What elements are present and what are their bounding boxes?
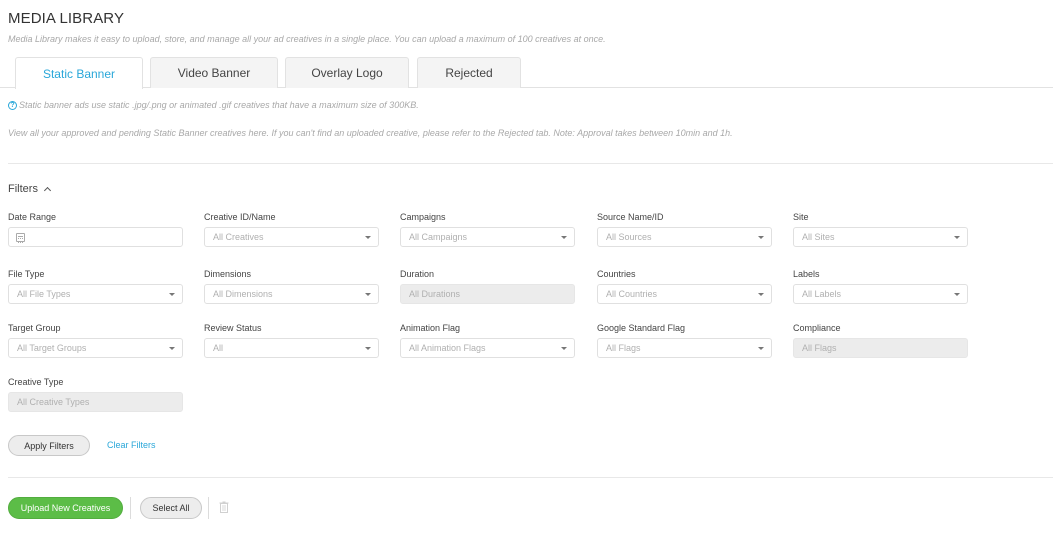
countries-select[interactable]: All Countries: [597, 284, 772, 304]
caret-down-icon: [954, 236, 960, 239]
creative-id-select[interactable]: All Creatives: [204, 227, 379, 247]
filter-duration: Duration All Durations: [400, 268, 575, 304]
source-select[interactable]: All Sources: [597, 227, 772, 247]
select-placeholder: All Sites: [802, 232, 835, 242]
caret-down-icon: [169, 293, 175, 296]
labels-select[interactable]: All Labels: [793, 284, 968, 304]
field-label: Creative ID/Name: [204, 212, 276, 222]
google-flag-select[interactable]: All Flags: [597, 338, 772, 358]
field-label: Google Standard Flag: [597, 323, 686, 333]
caret-down-icon: [365, 236, 371, 239]
select-placeholder: All Creatives: [213, 232, 264, 242]
clear-filters-link[interactable]: Clear Filters: [107, 440, 156, 450]
filter-review-status: Review Status All: [204, 322, 379, 358]
caret-down-icon: [758, 293, 764, 296]
divider: [8, 163, 1053, 164]
field-label: Site: [793, 212, 809, 222]
select-placeholder: All Flags: [606, 343, 641, 353]
filter-date-range: Date Range: [8, 211, 183, 247]
filters-toggle[interactable]: Filters: [8, 183, 51, 195]
target-group-select[interactable]: All Target Groups: [8, 338, 183, 358]
filter-creative-id: Creative ID/Name All Creatives: [204, 211, 379, 247]
field-label: Creative Type: [8, 377, 64, 387]
filter-creative-type: Creative Type All Creative Types: [8, 376, 183, 412]
caret-down-icon: [954, 293, 960, 296]
filter-dimensions: Dimensions All Dimensions: [204, 268, 379, 304]
field-label: Target Group: [8, 323, 61, 333]
field-label: Labels: [793, 269, 820, 279]
field-label: File Type: [8, 269, 45, 279]
caret-down-icon: [561, 236, 567, 239]
creative-type-select: All Creative Types: [8, 392, 183, 412]
field-label: Dimensions: [204, 269, 252, 279]
animation-flag-select[interactable]: All Animation Flags: [400, 338, 575, 358]
caret-down-icon: [365, 293, 371, 296]
trash-icon[interactable]: [219, 501, 229, 513]
caret-down-icon: [169, 347, 175, 350]
apply-filters-button[interactable]: Apply Filters: [8, 435, 90, 456]
filter-file-type: File Type All File Types: [8, 268, 183, 304]
filter-compliance: Compliance All Flags: [793, 322, 968, 358]
field-label: Date Range: [8, 212, 57, 222]
info-line: ? Static banner ads use static .jpg/.png…: [8, 100, 419, 110]
filter-site: Site All Sites: [793, 211, 968, 247]
select-placeholder: All Durations: [409, 289, 461, 299]
help-circle-icon: ?: [8, 100, 17, 110]
page-title: MEDIA LIBRARY: [8, 10, 125, 27]
caret-down-icon: [561, 347, 567, 350]
compliance-select: All Flags: [793, 338, 968, 358]
tab-static-banner[interactable]: Static Banner: [15, 57, 143, 89]
caret-down-icon: [758, 236, 764, 239]
vertical-separator: [130, 497, 131, 519]
filter-google-standard-flag: Google Standard Flag All Flags: [597, 322, 772, 358]
tab-bar: Static Banner Video Banner Overlay Logo …: [0, 57, 1053, 89]
field-label: Countries: [597, 269, 636, 279]
filters-toggle-label: Filters: [8, 183, 38, 195]
filter-target-group: Target Group All Target Groups: [8, 322, 183, 358]
filter-animation-flag: Animation Flag All Animation Flags: [400, 322, 575, 358]
filter-labels: Labels All Labels: [793, 268, 968, 304]
select-placeholder: All Dimensions: [213, 289, 273, 299]
tab-rejected[interactable]: Rejected: [417, 57, 521, 88]
tab-overlay-logo[interactable]: Overlay Logo: [285, 57, 409, 88]
field-label: Campaigns: [400, 212, 446, 222]
caret-down-icon: [365, 347, 371, 350]
caret-down-icon: [758, 347, 764, 350]
field-label: Source Name/ID: [597, 212, 664, 222]
select-placeholder: All Flags: [802, 343, 837, 353]
filter-source: Source Name/ID All Sources: [597, 211, 772, 247]
select-placeholder: All Animation Flags: [409, 343, 486, 353]
select-placeholder: All Target Groups: [17, 343, 87, 353]
field-label: Duration: [400, 269, 435, 279]
vertical-separator: [208, 497, 209, 519]
select-placeholder: All Campaigns: [409, 232, 468, 242]
select-placeholder: All Creative Types: [17, 397, 90, 407]
chevron-up-icon: [43, 186, 51, 195]
field-label: Review Status: [204, 323, 262, 333]
tab-video-banner[interactable]: Video Banner: [150, 57, 278, 88]
campaigns-select[interactable]: All Campaigns: [400, 227, 575, 247]
select-placeholder: All Sources: [606, 232, 652, 242]
select-placeholder: All Countries: [606, 289, 658, 299]
date-range-input[interactable]: [8, 227, 183, 247]
divider: [8, 477, 1053, 478]
site-select[interactable]: All Sites: [793, 227, 968, 247]
page-subtitle: Media Library makes it easy to upload, s…: [8, 34, 606, 44]
upload-new-creatives-button[interactable]: Upload New Creatives: [8, 497, 123, 519]
duration-select: All Durations: [400, 284, 575, 304]
dimensions-select[interactable]: All Dimensions: [204, 284, 379, 304]
review-status-select[interactable]: All: [204, 338, 379, 358]
field-label: Compliance: [793, 323, 841, 333]
select-placeholder: All Labels: [802, 289, 842, 299]
filter-countries: Countries All Countries: [597, 268, 772, 304]
calendar-icon: [16, 232, 25, 243]
info-text: Static banner ads use static .jpg/.png o…: [19, 100, 419, 110]
select-placeholder: All File Types: [17, 289, 71, 299]
select-placeholder: All: [213, 343, 224, 353]
field-label: Animation Flag: [400, 323, 461, 333]
file-type-select[interactable]: All File Types: [8, 284, 183, 304]
filter-campaigns: Campaigns All Campaigns: [400, 211, 575, 247]
tab-description: View all your approved and pending Stati…: [8, 128, 733, 138]
select-all-button[interactable]: Select All: [140, 497, 202, 519]
